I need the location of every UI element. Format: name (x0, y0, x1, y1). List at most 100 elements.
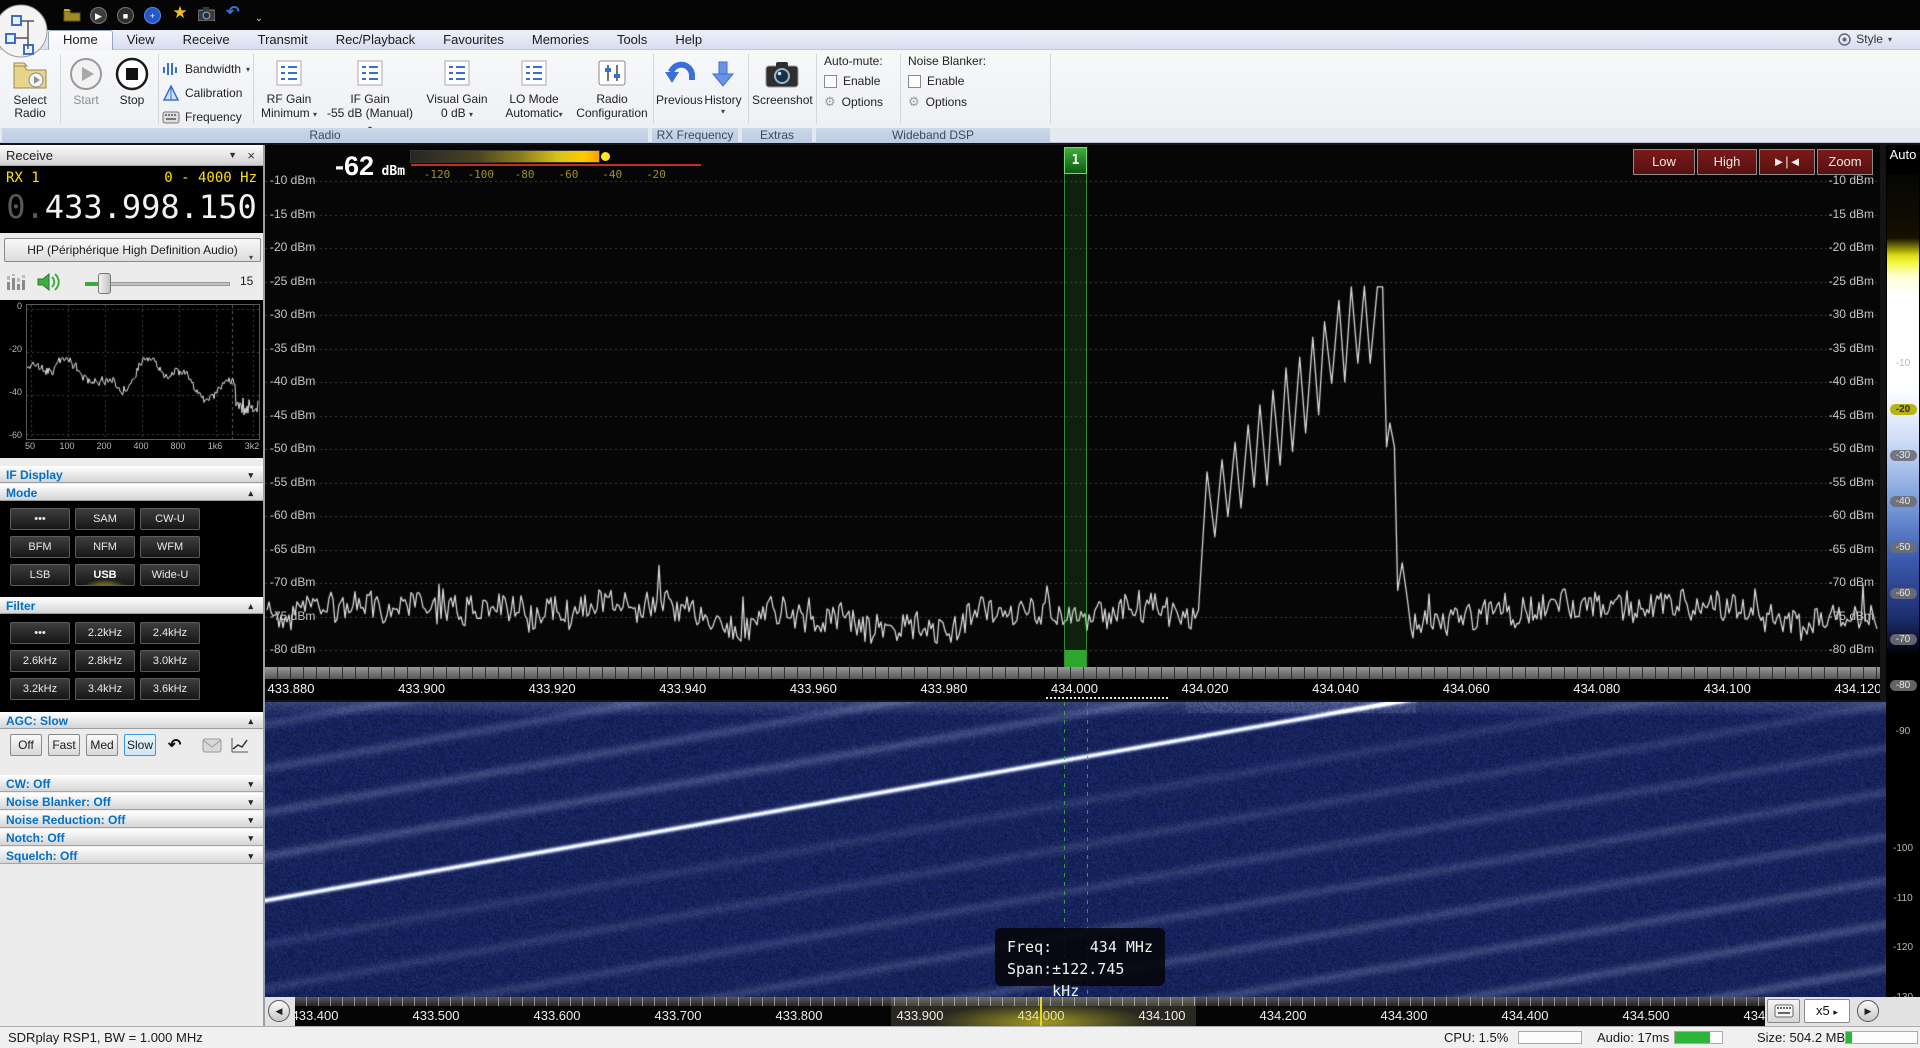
pane-collapse-icon[interactable]: ▼ (228, 145, 237, 166)
tab-receive[interactable]: Receive (169, 30, 244, 50)
range-button-low[interactable]: Low (1633, 149, 1695, 175)
auto-mute-title: Auto-mute: (824, 54, 883, 68)
tab-favourites[interactable]: Favourites (429, 30, 518, 50)
filter-button-3-2khz[interactable]: 3.2kHz (10, 678, 70, 700)
band-navigator[interactable]: 433.400433.500433.600433.700433.800433.9… (265, 997, 1920, 1026)
style-menu[interactable]: Style▾ (1838, 32, 1892, 46)
agc-button-med[interactable]: Med (86, 734, 118, 756)
tab-transmit[interactable]: Transmit (244, 30, 322, 50)
filter-button-3-6khz[interactable]: 3.6kHz (140, 678, 200, 700)
undo-icon[interactable]: ↶ (168, 735, 181, 755)
volume-slider-thumb[interactable] (98, 273, 111, 294)
previous-button[interactable]: Previous (656, 54, 702, 107)
keyboard-icon (162, 110, 180, 124)
agc-button-fast[interactable]: Fast (48, 734, 80, 756)
app-logo-icon[interactable] (0, 4, 48, 58)
filter-button-2-4khz[interactable]: 2.4kHz (140, 622, 200, 644)
select-radio-button[interactable]: Select Radio (6, 54, 54, 120)
graph-icon[interactable] (230, 736, 250, 754)
agc-button-slow[interactable]: Slow (124, 734, 156, 756)
start-button[interactable]: Start (64, 54, 108, 107)
tab-help[interactable]: Help (661, 30, 716, 50)
speaker-icon[interactable] (36, 270, 60, 294)
spectrum-display[interactable]: -62 dBm -120-100-80-60-40-20 LowHigh►|◄Z… (265, 145, 1880, 667)
range-button-high[interactable]: High (1697, 149, 1757, 175)
auto-mute-options-button[interactable]: ⚙Options (824, 94, 883, 110)
bandwidth-dropdown[interactable]: Bandwidth▾ (162, 58, 250, 80)
open-folder-icon[interactable] (63, 7, 81, 25)
frequency-display[interactable]: 0.433.998.150 (2, 188, 261, 226)
add-icon[interactable]: + (144, 7, 161, 24)
nav-scroll-right-button[interactable]: ▶ (1857, 1000, 1879, 1022)
mode-button-item[interactable]: ••• (10, 508, 70, 530)
tab-memories[interactable]: Memories (518, 30, 603, 50)
agc-button-off[interactable]: Off (10, 734, 42, 756)
screenshot-button[interactable]: Screenshot (752, 54, 812, 107)
section-noise-blanker-off[interactable]: Noise Blanker: Off▾ (0, 793, 263, 810)
section-if-display[interactable]: IF Display▾ (0, 466, 263, 483)
filter-button-2-2khz[interactable]: 2.2kHz (75, 622, 135, 644)
section-notch-off[interactable]: Notch: Off▾ (0, 829, 263, 846)
favourite-star-icon[interactable]: ★ (171, 4, 189, 22)
mode-button-wfm[interactable]: WFM (140, 536, 200, 558)
camera-icon[interactable] (197, 7, 215, 25)
audio-x-tick: 50 (25, 441, 35, 451)
mode-button-cw-u[interactable]: CW-U (140, 508, 200, 530)
intensity-scale[interactable]: Auto -10-20-30-40-50-60-70-80-90-100-110… (1886, 145, 1920, 997)
filter-button-3-0khz[interactable]: 3.0kHz (140, 650, 200, 672)
mail-icon[interactable] (202, 738, 222, 753)
range-button-center[interactable]: ►|◄ (1759, 149, 1815, 175)
rx-marker-number[interactable]: 1 (1064, 147, 1087, 174)
noise-blanker-options-button[interactable]: ⚙Options (908, 94, 986, 110)
filter-button-3-4khz[interactable]: 3.4kHz (75, 678, 135, 700)
noise-blanker-enable-checkbox[interactable]: Enable (908, 74, 986, 88)
close-icon[interactable]: × (247, 145, 255, 166)
nav-keyboard-button[interactable] (1767, 999, 1800, 1023)
mode-button-usb[interactable]: USB (75, 564, 135, 586)
mode-button-nfm[interactable]: NFM (75, 536, 135, 558)
tab-view[interactable]: View (113, 30, 169, 50)
down-arrow-icon (702, 54, 744, 94)
mode-button-wide-u[interactable]: Wide-U (140, 564, 200, 586)
lo-mode-dropdown[interactable]: LO Mode Automatic▾ (498, 54, 570, 120)
calibration-button[interactable]: Calibration (162, 82, 242, 104)
tab-rec-playback[interactable]: Rec/Playback (322, 30, 429, 50)
filter-button-item[interactable]: ••• (10, 622, 70, 644)
section-filter[interactable]: Filter▴ (0, 597, 263, 614)
section-mode[interactable]: Mode▴ (0, 484, 263, 501)
auto-range-button[interactable]: Auto (1886, 147, 1920, 162)
tab-home[interactable]: Home (48, 30, 113, 50)
visual-gain-dropdown[interactable]: Visual Gain 0 dB ▾ (420, 54, 494, 120)
undo-icon[interactable]: ↶ (224, 4, 242, 22)
tab-tools[interactable]: Tools (603, 30, 661, 50)
stop-icon[interactable]: ■ (117, 7, 134, 24)
play-icon[interactable]: ▶ (90, 7, 107, 24)
waterfall-display[interactable]: Freq:434 MHz Span:±122.745 kHz (265, 702, 1890, 997)
frequency-button[interactable]: Frequency (162, 106, 242, 128)
nav-freq-label: 433.600 (534, 1008, 581, 1023)
mode-button-sam[interactable]: SAM (75, 508, 135, 530)
filter-button-2-6khz[interactable]: 2.6kHz (10, 650, 70, 672)
range-button-zoom[interactable]: Zoom (1817, 149, 1873, 175)
nav-zoom-factor-button[interactable]: x5 ▸ (1804, 999, 1850, 1023)
section-cw-off[interactable]: CW: Off▾ (0, 775, 263, 792)
frequency-axis-ticks[interactable] (265, 667, 1880, 679)
dbm-label-right: -30 dBm (1829, 307, 1874, 321)
history-dropdown[interactable]: History ▾ (702, 54, 744, 116)
quick-access-menu-icon[interactable]: ⌄ (250, 10, 268, 28)
section-squelch-off[interactable]: Squelch: Off▾ (0, 847, 263, 864)
audio-y-tick: 0 (0, 301, 22, 311)
mode-button-bfm[interactable]: BFM (10, 536, 70, 558)
section-noise-reduction-off[interactable]: Noise Reduction: Off▾ (0, 811, 263, 828)
rx-marker[interactable]: 1 (1064, 147, 1087, 667)
filter-button-2-8khz[interactable]: 2.8kHz (75, 650, 135, 672)
rf-gain-dropdown[interactable]: RF Gain Minimum ▾ (258, 54, 320, 120)
stop-button[interactable]: Stop (110, 54, 154, 107)
nav-scroll-left-button[interactable]: ◀ (268, 1000, 290, 1022)
if-gain-dropdown[interactable]: IF Gain -55 dB (Manual) ▾ (324, 54, 416, 134)
section-agc[interactable]: AGC: Slow▴ (0, 712, 263, 729)
radio-configuration-button[interactable]: Radio Configuration (574, 54, 650, 120)
mode-button-lsb[interactable]: LSB (10, 564, 70, 586)
audio-device-select[interactable]: HP (Périphérique High Definition Audio) … (4, 238, 261, 262)
auto-mute-enable-checkbox[interactable]: Enable (824, 74, 883, 88)
